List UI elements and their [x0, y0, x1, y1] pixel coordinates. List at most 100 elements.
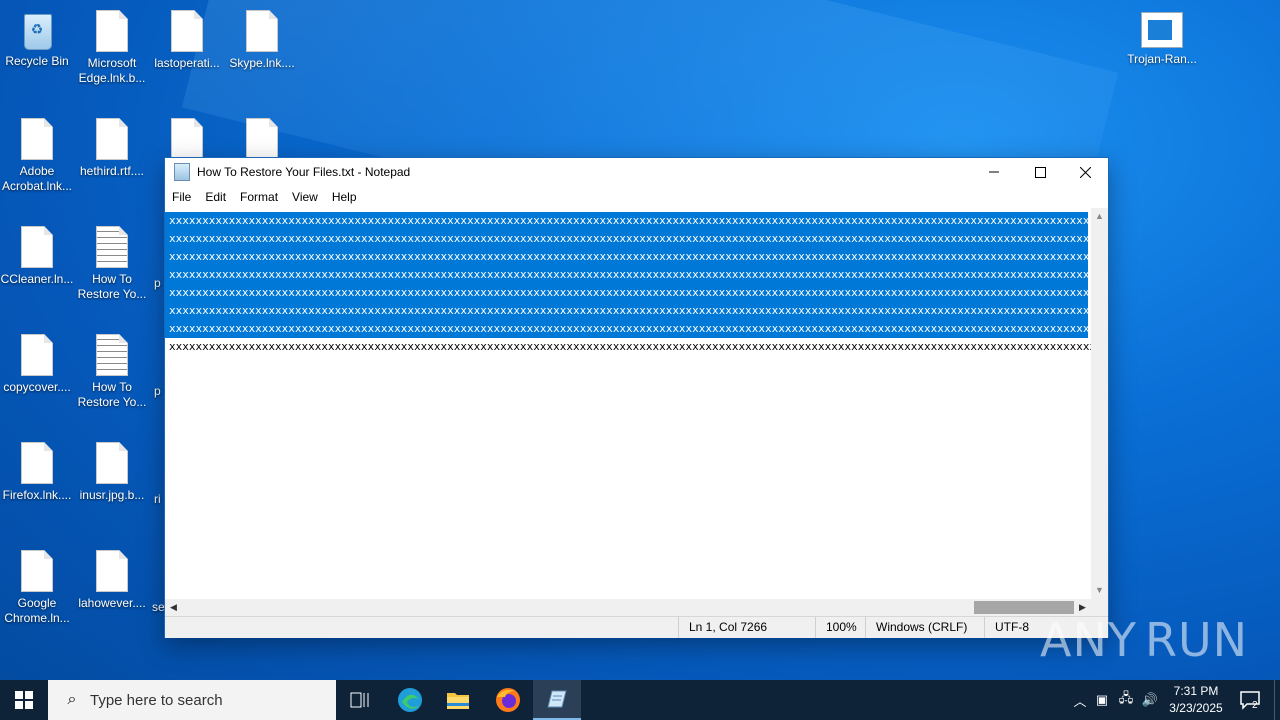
network-icon[interactable]: 🖧: [1114, 689, 1138, 711]
desktop-icon-label: lastoperati...: [154, 56, 220, 70]
file-icon: [171, 10, 203, 52]
desktop-icon-label: How To Restore Yo...: [77, 272, 147, 301]
desktop-icon-label: p: [154, 276, 161, 290]
file-icon: [21, 226, 53, 268]
desktop-icon-label: p: [154, 384, 161, 398]
title-bar[interactable]: How To Restore Your Files.txt - Notepad: [165, 158, 1108, 186]
desktop-icon-label: CCleaner.ln...: [0, 272, 74, 286]
desktop-icon-firefox-lnk[interactable]: Firefox.lnk....: [0, 442, 74, 503]
search-icon: ⌕: [67, 691, 77, 708]
notepad-taskbar-button[interactable]: [533, 680, 581, 720]
status-zoom: 100%: [815, 617, 866, 638]
desktop-icon-label: hethird.rtf....: [79, 164, 145, 178]
text-line: xxxxxxxxxxxxxxxxxxxxxxxxxxxxxxxxxxxxxxxx…: [165, 266, 1091, 284]
edge-taskbar-button[interactable]: [386, 680, 434, 720]
text-file-icon: [96, 226, 128, 268]
desktop-icon-inusr-jpg[interactable]: inusr.jpg.b...: [75, 442, 149, 503]
desktop-icon-label: se: [152, 600, 165, 614]
minimize-icon: [989, 171, 999, 173]
watermark-right: RUN: [1144, 613, 1249, 667]
notepad-icon: [547, 690, 567, 708]
notepad-window[interactable]: How To Restore Your Files.txt - Notepad …: [164, 157, 1109, 638]
scroll-left-icon[interactable]: ◀: [165, 599, 182, 616]
close-button[interactable]: [1062, 158, 1108, 186]
device-icon[interactable]: ▣: [1090, 692, 1114, 708]
desktop-icon-adobe-lnk[interactable]: Adobe Acrobat.lnk...: [0, 118, 74, 194]
desktop-icon-chrome-lnk[interactable]: Google Chrome.ln...: [0, 550, 74, 626]
task-view-icon: [350, 692, 369, 708]
text-line: xxxxxxxxxxxxxxxxxxxxxxxxxxxxxxxxxxxxxxxx…: [165, 302, 1091, 320]
watermark-left: ANY: [1040, 613, 1137, 667]
desktop-icon-trojan[interactable]: Trojan-Ran...: [1125, 12, 1199, 67]
firefox-taskbar-button[interactable]: [484, 680, 532, 720]
taskbar-clock[interactable]: 7:31 PM 3/23/2025: [1158, 683, 1234, 717]
desktop-icon-how-to-restore[interactable]: How To Restore Yo...: [75, 226, 149, 302]
task-view-button[interactable]: [336, 680, 384, 720]
application-icon: [1141, 12, 1183, 48]
desktop-icon-label: Skype.lnk....: [229, 56, 295, 70]
text-line: xxxxxxxxxxxxxxxxxxxxxxxxxxxxxxxxxxxxxxxx…: [165, 320, 1091, 338]
file-icon: [21, 442, 53, 484]
recycle-bin-icon: ♻: [19, 10, 55, 50]
desktop-icon-edge-lnk[interactable]: Microsoft Edge.lnk.b...: [75, 10, 149, 86]
desktop-icon-label: ri: [154, 492, 161, 506]
scroll-down-icon[interactable]: ▼: [1091, 582, 1108, 599]
text-line: xxxxxxxxxxxxxxxxxxxxxxxxxxxxxxxxxxxxxxxx…: [165, 230, 1091, 248]
file-explorer-icon: [447, 693, 469, 709]
taskbar: ⌕ Type here to search ︿ ▣ 🖧 🔊 7:31 PM 3/…: [0, 680, 1280, 720]
file-icon: [21, 118, 53, 160]
desktop-icon-skype-lnk[interactable]: Skype.lnk....: [225, 10, 299, 71]
file-explorer-taskbar-button[interactable]: [434, 680, 482, 720]
show-desktop-button[interactable]: [1274, 680, 1280, 720]
desktop-icon-ccleaner-lnk[interactable]: CCleaner.ln...: [0, 226, 74, 287]
desktop-icon-label: Trojan-Ran...: [1127, 52, 1197, 66]
edge-icon: [398, 688, 422, 712]
desktop-icon-recycle-bin[interactable]: ♻ Recycle Bin: [0, 10, 74, 69]
desktop-icon-label: How To Restore Yo...: [77, 380, 147, 409]
system-tray: ︿ ▣ 🖧 🔊: [1070, 680, 1162, 720]
desktop-icon-label: Google Chrome.ln...: [4, 596, 70, 625]
menu-edit[interactable]: Edit: [198, 190, 233, 204]
file-icon: [96, 550, 128, 592]
horizontal-scrollbar[interactable]: ◀ ▶: [165, 599, 1091, 616]
notification-count: 2: [1252, 700, 1258, 711]
window-title: How To Restore Your Files.txt - Notepad: [197, 165, 411, 179]
desktop-icon-label: Microsoft Edge.lnk.b...: [78, 56, 146, 85]
status-line-ending: Windows (CRLF): [865, 617, 984, 638]
start-button[interactable]: [0, 680, 48, 720]
file-icon: [246, 118, 278, 160]
text-editor-area[interactable]: xxxxxxxxxxxxxxxxxxxxxxxxxxxxxxxxxxxxxxxx…: [165, 208, 1091, 599]
file-icon: [96, 118, 128, 160]
desktop-icon-lastoperation[interactable]: lastoperati...: [150, 10, 224, 71]
desktop-icon-how-to-restore-2[interactable]: How To Restore Yo...: [75, 334, 149, 410]
desktop-icon-label: Recycle Bin: [5, 54, 69, 68]
desktop-icon-copycover[interactable]: copycover....: [0, 334, 74, 395]
file-icon: [96, 442, 128, 484]
status-position: Ln 1, Col 7266: [678, 617, 814, 638]
text-line: xxxxxxxxxxxxxxxxxxxxxxxxxxxxxxxxxxxxxxxx…: [169, 340, 1091, 353]
scroll-up-icon[interactable]: ▲: [1091, 208, 1108, 225]
taskbar-search-box[interactable]: ⌕ Type here to search: [48, 680, 336, 720]
maximize-button[interactable]: [1017, 158, 1063, 186]
file-icon: [21, 550, 53, 592]
menu-file[interactable]: File: [165, 190, 198, 204]
firefox-icon: [496, 688, 520, 712]
minimize-button[interactable]: [971, 158, 1017, 186]
show-hidden-icons-chevron-icon[interactable]: ︿: [1070, 691, 1090, 710]
notepad-icon: [174, 163, 190, 181]
desktop-icon-hethird-rtf[interactable]: hethird.rtf....: [75, 118, 149, 179]
menu-help[interactable]: Help: [325, 190, 364, 204]
windows-logo-icon: [15, 691, 33, 709]
desktop-icon-label: inusr.jpg.b...: [79, 488, 145, 502]
desktop-icon-label: copycover....: [3, 380, 71, 394]
desktop-icon-lahowever[interactable]: lahowever....: [75, 550, 149, 611]
status-bar: Ln 1, Col 7266 100% Windows (CRLF) UTF-8: [165, 616, 1108, 638]
search-placeholder: Type here to search: [90, 691, 223, 709]
clock-date: 3/23/2025: [1169, 701, 1223, 715]
menu-view[interactable]: View: [285, 190, 325, 204]
text-file-icon: [96, 334, 128, 376]
file-icon: [21, 334, 53, 376]
vertical-scrollbar[interactable]: ▲ ▼: [1091, 208, 1108, 599]
action-center-button[interactable]: 2: [1230, 680, 1270, 720]
menu-format[interactable]: Format: [233, 190, 285, 204]
